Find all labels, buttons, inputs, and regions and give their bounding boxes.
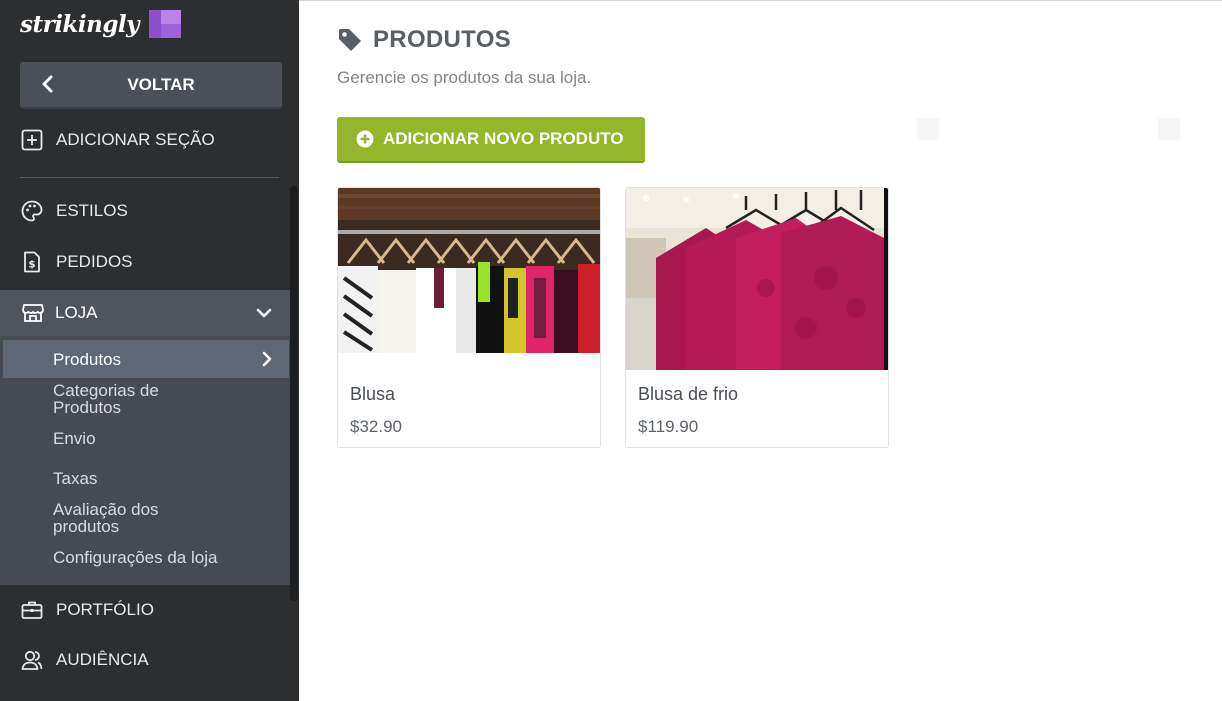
invoice-icon: $ — [24, 251, 40, 273]
subitem-label-line1: Categorias de — [53, 381, 159, 400]
sidebar-item-label: LOJA — [55, 303, 98, 322]
brand-mark-icon — [149, 10, 182, 38]
subitem-label-line2: Produtos — [53, 398, 122, 417]
sidebar: strikingly VOLTAR ADICIONAR SEÇÃO ESTILO… — [0, 0, 299, 701]
add-product-button[interactable]: ADICIONAR NOVO PRODUTO — [337, 117, 645, 163]
page-title: PRODUTOS — [337, 26, 511, 54]
top-border — [299, 0, 1222, 1]
chevron-down-icon — [256, 308, 272, 318]
brand-name: strikingly — [20, 10, 140, 38]
briefcase-icon — [21, 601, 43, 619]
page-title-text: PRODUTOS — [373, 26, 511, 53]
subitem-configuracoes-loja[interactable]: Configurações da loja — [53, 549, 217, 566]
product-card[interactable]: Blusa de frio $119.90 — [625, 187, 889, 448]
subitem-produtos[interactable]: Produtos — [3, 340, 289, 378]
plus-square-icon — [21, 129, 43, 151]
back-button[interactable]: VOLTAR — [20, 62, 282, 109]
sidebar-item-audiencia[interactable]: AUDIÊNCIA — [0, 640, 289, 680]
palette-icon — [21, 200, 43, 222]
subitem-taxas[interactable]: Taxas — [53, 470, 97, 487]
sidebar-item-label: AUDIÊNCIA — [56, 650, 149, 669]
sidebar-divider — [20, 177, 279, 178]
loja-section: LOJA Produtos Categorias de Produtos Env… — [0, 290, 291, 585]
plus-circle-icon — [356, 130, 374, 148]
sidebar-item-loja[interactable]: LOJA — [0, 290, 291, 336]
add-section-label: ADICIONAR SEÇÃO — [56, 130, 215, 149]
store-icon — [22, 304, 44, 322]
sidebar-item-label: ESTILOS — [56, 201, 128, 220]
subitem-label: Envio — [53, 429, 96, 448]
product-name: Blusa de frio — [638, 384, 739, 404]
product-name: Blusa — [350, 384, 396, 404]
page-subtitle: Gerencie os produtos da sua loja. — [337, 68, 592, 87]
product-card[interactable]: Blusa $32.90 — [337, 187, 601, 448]
product-image — [626, 188, 888, 370]
users-icon — [21, 650, 43, 670]
back-button-label: VOLTAR — [127, 74, 195, 94]
placeholder-square — [1158, 118, 1180, 140]
chevron-right-icon — [262, 351, 272, 367]
subitem-envio[interactable]: Envio — [53, 430, 96, 447]
sidebar-scrollbar[interactable] — [290, 186, 298, 601]
sidebar-item-estilos[interactable]: ESTILOS — [0, 191, 289, 231]
svg-text:$: $ — [29, 260, 36, 271]
sidebar-item-label: PEDIDOS — [56, 252, 133, 271]
product-price: $32.90 — [350, 417, 402, 436]
add-product-label: ADICIONAR NOVO PRODUTO — [383, 129, 624, 148]
subitem-categorias-produtos[interactable]: Categorias de Produtos — [53, 382, 159, 416]
placeholder-square — [917, 118, 939, 140]
sidebar-item-pedidos[interactable]: $ PEDIDOS — [0, 242, 289, 282]
chevron-left-icon — [42, 75, 53, 93]
sidebar-item-label: PORTFÓLIO — [56, 600, 154, 619]
product-price: $119.90 — [638, 417, 699, 436]
strikingly-logo[interactable]: strikingly — [20, 10, 182, 38]
product-image — [338, 188, 600, 353]
tag-icon — [339, 29, 361, 51]
sidebar-item-portfolio[interactable]: PORTFÓLIO — [0, 590, 289, 630]
subitem-label: Configurações da loja — [53, 548, 218, 567]
add-section-button[interactable]: ADICIONAR SEÇÃO — [0, 120, 289, 160]
subitem-label-line2: produtos — [53, 517, 120, 536]
subitem-avaliacao-produtos[interactable]: Avaliação dos produtos — [53, 501, 159, 535]
subitem-label-line1: Avaliação dos — [53, 500, 159, 519]
subitem-label: Produtos — [53, 350, 122, 369]
subitem-label: Taxas — [53, 469, 98, 488]
